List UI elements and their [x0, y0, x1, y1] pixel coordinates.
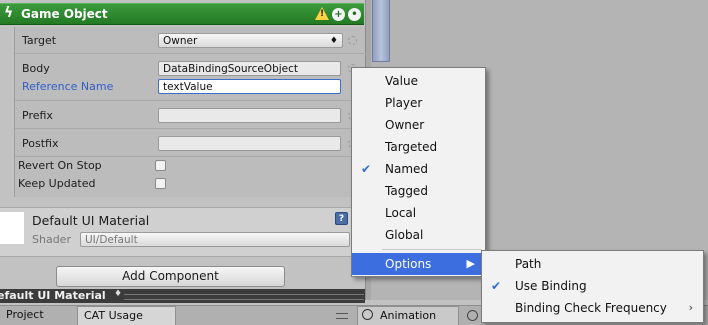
target-label: Target — [22, 34, 57, 47]
shader-label: Shader — [32, 233, 71, 246]
menu-item-options[interactable]: Options ▶ — [352, 253, 485, 275]
divider — [15, 100, 366, 101]
menu-item-use-binding[interactable]: ✔ Use Binding — [482, 275, 703, 297]
material-name: Default UI Material — [32, 213, 150, 228]
tab-project[interactable]: Project — [0, 306, 74, 325]
tab-cat-usage[interactable]: CAT Usage — [77, 306, 176, 325]
menu-item-global[interactable]: Global — [352, 224, 485, 246]
material-section: Default UI Material Shader UI/Default — [0, 207, 365, 257]
menu-separator — [382, 249, 482, 250]
options-submenu: Path ✔ Use Binding Binding Check Frequen… — [481, 250, 704, 323]
target-dropdown[interactable]: Owner ♦ — [158, 33, 343, 48]
menu-item-value[interactable]: Value — [352, 70, 485, 92]
help-icon[interactable]: ? — [335, 212, 348, 225]
shader-dropdown[interactable]: UI/Default — [80, 232, 350, 247]
body-field[interactable]: DataBindingSourceObject — [158, 61, 341, 76]
material-inspector-bar[interactable]: efault UI Material ♦ — [0, 289, 365, 303]
prefix-label: Prefix — [22, 109, 53, 122]
menu-item-tagged[interactable]: Tagged — [352, 180, 485, 202]
divider — [15, 53, 366, 54]
menu-item-targeted[interactable]: Targeted — [352, 136, 485, 158]
body-label: Body — [22, 62, 50, 75]
checkmark-icon: ✔ — [361, 162, 372, 176]
settings-icon[interactable]: • — [348, 8, 361, 21]
menu-item-path[interactable]: Path — [482, 253, 703, 275]
menu-item-local[interactable]: Local — [352, 202, 485, 224]
clock-icon — [362, 309, 373, 320]
reference-name-label: Reference Name — [22, 80, 114, 93]
keep-updated-label: Keep Updated — [18, 177, 96, 190]
shader-value: UI/Default — [85, 234, 138, 246]
menu-item-player[interactable]: Player — [352, 92, 485, 114]
bar-dropdown-icon[interactable]: ♦ — [114, 289, 122, 299]
divider — [15, 128, 366, 129]
reference-name-field[interactable]: textValue — [158, 79, 341, 94]
checkmark-icon: ✔ — [491, 279, 502, 293]
target-menu: Value Player Owner Targeted ✔ Named Tagg… — [351, 67, 486, 277]
postfix-label: Postfix — [22, 137, 59, 150]
target-binding-icon[interactable] — [348, 36, 357, 45]
component-title: Game Object — [21, 7, 108, 21]
panel-menu-icon[interactable] — [336, 313, 348, 319]
menu-item-owner[interactable]: Owner — [352, 114, 485, 136]
prefix-field[interactable] — [158, 108, 341, 123]
revert-on-stop-checkbox[interactable] — [155, 160, 166, 171]
divider — [15, 156, 366, 157]
record-icon[interactable] — [467, 310, 478, 321]
submenu-arrow-icon: › — [688, 301, 693, 314]
target-value: Owner — [163, 35, 198, 47]
component-header[interactable]: ϟ Game Object ! + • — [0, 3, 364, 25]
material-preview — [0, 212, 24, 244]
lightning-icon: ϟ — [4, 5, 14, 21]
add-icon[interactable]: + — [332, 8, 345, 21]
submenu-arrow-icon: ▶ — [466, 257, 475, 270]
component-fields: Target Owner ♦ Body DataBindingSourceObj… — [14, 27, 366, 197]
revert-on-stop-label: Revert On Stop — [18, 159, 102, 172]
menu-item-named[interactable]: ✔ Named — [352, 158, 485, 180]
postfix-field[interactable] — [158, 136, 341, 151]
warning-icon[interactable]: ! — [315, 7, 329, 20]
menu-item-binding-check-frequency[interactable]: Binding Check Frequency › — [482, 297, 703, 319]
material-bar-title: efault UI Material — [0, 289, 106, 302]
keep-updated-checkbox[interactable] — [155, 178, 166, 189]
dropdown-arrow-icon: ♦ — [329, 36, 338, 46]
add-component-button[interactable]: Add Component — [56, 266, 285, 287]
scrollbar-thumb[interactable] — [372, 0, 390, 62]
resize-grip[interactable] — [124, 294, 364, 300]
